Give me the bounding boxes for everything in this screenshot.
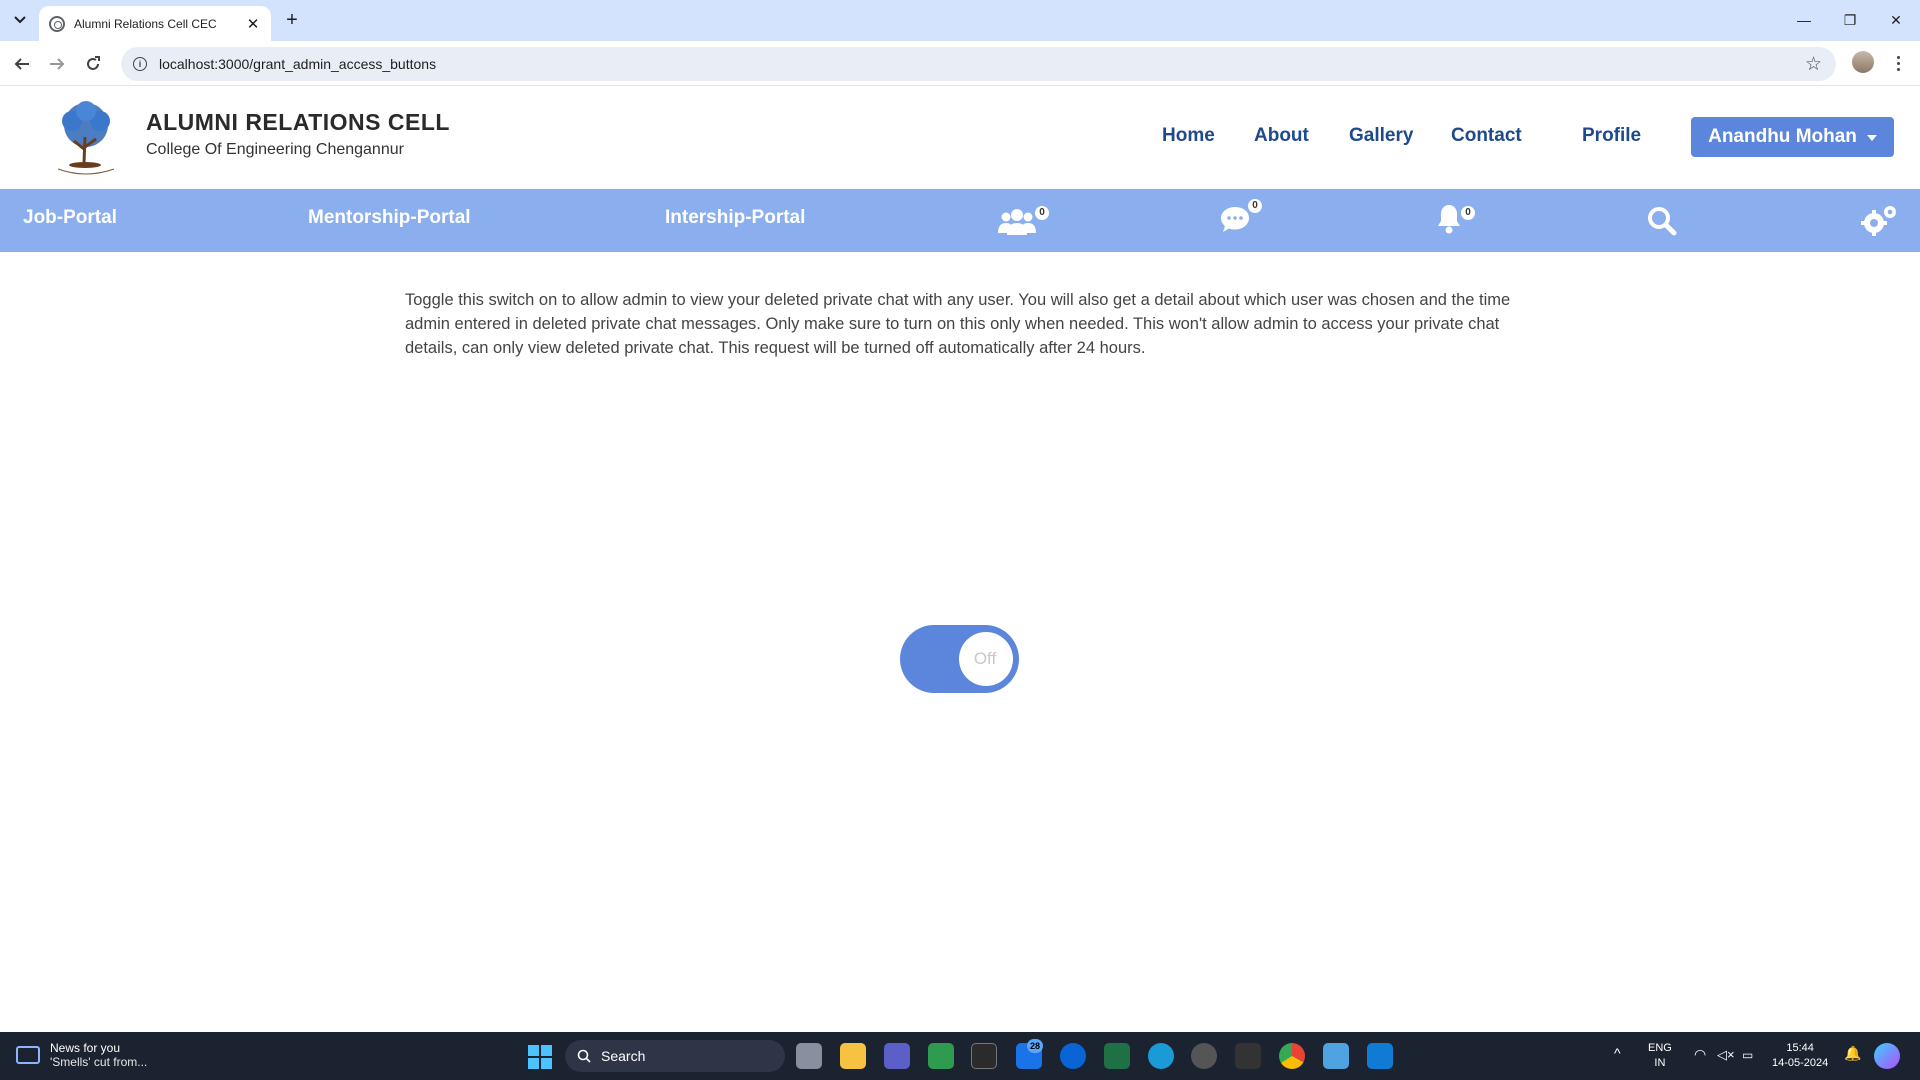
browser-tab-bar: Alumni Relations Cell CEC ✕ + — ❐ ✕ <box>0 0 1920 41</box>
toggle-state-label: Off <box>973 649 997 668</box>
nav-about-link[interactable]: About <box>1254 125 1309 147</box>
nav-profile-link[interactable]: Profile <box>1582 125 1641 147</box>
tab-title: Alumni Relations Cell CEC <box>74 16 217 31</box>
portal-nav-bar: Job-Portal Mentorship-Portal Intership-P… <box>0 189 1920 252</box>
forward-arrow-icon[interactable] <box>43 50 71 78</box>
nav-gallery-link[interactable]: Gallery <box>1349 125 1413 147</box>
battery-icon[interactable]: ▭ <box>1742 1048 1753 1063</box>
groups-count-badge: 0 <box>1035 206 1049 220</box>
excel-icon[interactable] <box>1104 1043 1130 1069</box>
admin-access-toggle[interactable]: Off <box>900 625 1019 693</box>
globe-icon <box>49 15 65 32</box>
notepad-icon[interactable] <box>1323 1043 1349 1069</box>
internship-portal-link[interactable]: Intership-Portal <box>665 207 805 229</box>
taskbar-search-label: Search <box>601 1048 646 1064</box>
task-view-icon[interactable] <box>796 1043 822 1069</box>
news-subtitle: 'Smells' cut from... <box>50 1055 148 1069</box>
store-icon[interactable] <box>1060 1043 1086 1069</box>
groups-icon[interactable] <box>998 207 1036 240</box>
reload-icon[interactable] <box>79 50 107 78</box>
news-title: News for you <box>50 1041 121 1055</box>
settings-gears-icon[interactable] <box>1860 203 1898 242</box>
mail-count-badge: 28 <box>1027 1039 1044 1053</box>
browser-toolbar: i localhost:3000/grant_admin_access_butt… <box>0 41 1920 86</box>
language-indicator[interactable]: ENG IN <box>1648 1041 1672 1071</box>
taskbar-search-icon <box>577 1049 591 1063</box>
terminal-app-icon[interactable] <box>1235 1043 1261 1069</box>
user-name: Anandhu Mohan <box>1708 126 1857 147</box>
region-label: IN <box>1654 1057 1666 1069</box>
app-icon[interactable] <box>1191 1043 1217 1069</box>
address-url: localhost:3000/grant_admin_access_button… <box>159 56 437 72</box>
file-explorer-icon[interactable] <box>840 1043 866 1069</box>
clock-date: 14-05-2024 <box>1772 1057 1829 1069</box>
new-tab-plus-icon[interactable]: + <box>280 8 304 32</box>
vscode-icon[interactable] <box>1367 1043 1393 1069</box>
nav-home-link[interactable]: Home <box>1162 125 1215 147</box>
windows-start-icon[interactable] <box>528 1045 552 1069</box>
back-arrow-icon[interactable] <box>8 50 36 78</box>
search-icon[interactable] <box>1647 206 1677 241</box>
copilot-icon[interactable] <box>1874 1043 1900 1069</box>
job-portal-link[interactable]: Job-Portal <box>23 207 117 229</box>
news-icon <box>16 1046 40 1064</box>
caret-down-icon <box>1866 135 1877 141</box>
browser-profile-avatar[interactable] <box>1852 51 1874 73</box>
alumni-tree-logo <box>57 101 115 175</box>
window-close-icon[interactable]: ✕ <box>1873 6 1919 34</box>
windows-taskbar: News for you 'Smells' cut from... Search… <box>0 1032 1920 1080</box>
address-bar[interactable]: i localhost:3000/grant_admin_access_butt… <box>121 47 1836 81</box>
notification-bell-icon[interactable]: 🔔 <box>1844 1046 1861 1061</box>
volume-muted-icon[interactable]: ◁× <box>1717 1047 1735 1062</box>
chat-bubble-icon[interactable] <box>1219 205 1251 240</box>
mentorship-portal-link[interactable]: Mentorship-Portal <box>308 207 471 229</box>
edge-icon[interactable] <box>1148 1043 1174 1069</box>
browser-tab-active[interactable]: Alumni Relations Cell CEC ✕ <box>39 6 271 41</box>
clock[interactable]: 15:44 14-05-2024 <box>1772 1041 1828 1071</box>
classroom-icon[interactable] <box>928 1043 954 1069</box>
browser-menu-icon[interactable] <box>1888 50 1908 76</box>
chrome-icon[interactable] <box>1279 1043 1305 1069</box>
site-header: ALUMNI RELATIONS CELL College Of Enginee… <box>0 87 1920 189</box>
bell-icon[interactable] <box>1436 203 1462 240</box>
site-title: ALUMNI RELATIONS CELL <box>146 109 450 135</box>
news-widget[interactable]: News for you 'Smells' cut from... <box>16 1041 147 1069</box>
wifi-icon[interactable]: ◠ <box>1694 1047 1706 1062</box>
nav-contact-link[interactable]: Contact <box>1451 125 1522 147</box>
site-subtitle: College Of Engineering Chengannur <box>146 141 404 158</box>
clock-time: 15:44 <box>1786 1042 1814 1054</box>
minimize-icon[interactable]: — <box>1781 6 1827 34</box>
taskbar-search[interactable]: Search <box>565 1040 785 1072</box>
user-dropdown-button[interactable]: Anandhu Mohan <box>1691 117 1894 157</box>
tray-chevron-icon[interactable]: ^ <box>1614 1046 1621 1061</box>
bookmark-star-icon[interactable]: ☆ <box>1805 53 1822 76</box>
notifications-count-badge: 0 <box>1461 206 1475 220</box>
teams-icon[interactable] <box>884 1043 910 1069</box>
admin-access-notice: Toggle this switch on to allow admin to … <box>405 291 1511 357</box>
site-info-icon[interactable]: i <box>133 57 147 71</box>
restore-icon[interactable]: ❐ <box>1827 6 1873 34</box>
terminal-icon[interactable] <box>971 1043 997 1069</box>
messages-count-badge: 0 <box>1248 199 1262 213</box>
tab-close-icon[interactable]: ✕ <box>243 14 263 34</box>
tab-search-chevron-icon[interactable] <box>9 9 31 31</box>
language-label: ENG <box>1648 1042 1672 1054</box>
